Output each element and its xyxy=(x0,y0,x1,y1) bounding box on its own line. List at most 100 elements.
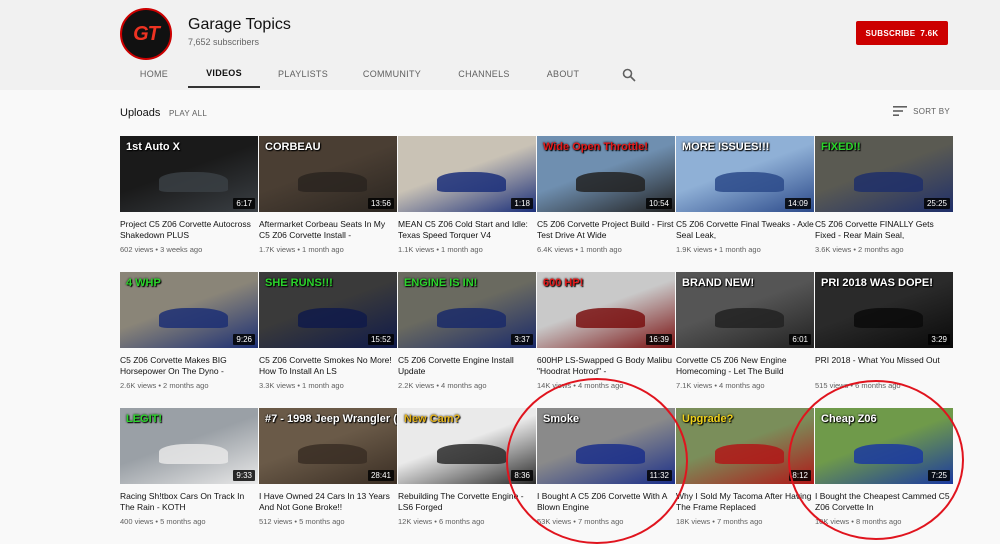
video-title[interactable]: Why I Sold My Tacoma After Having The Fr… xyxy=(676,491,814,512)
video-card[interactable]: SHE RUNS!!! 15:52 C5 Z06 Corvette Smokes N… xyxy=(259,272,397,390)
video-title[interactable]: 600HP LS-Swapped G Body Malibu "Hoodrat … xyxy=(537,355,675,376)
video-title[interactable]: C5 Z06 Corvette Engine Install Update xyxy=(398,355,536,376)
thumbnail-overlay-text: Cheap Z06 xyxy=(821,413,877,425)
video-title[interactable]: Project C5 Z06 Corvette Autocross Shaked… xyxy=(120,219,258,240)
subscriber-count: 7,652 subscribers xyxy=(188,37,260,47)
video-thumbnail[interactable]: Cheap Z06 7:25 xyxy=(815,408,953,484)
video-card[interactable]: 1:18 MEAN C5 Z06 Cold Start and Idle: Tex… xyxy=(398,136,536,254)
video-title[interactable]: I Have Owned 24 Cars In 13 Years And Not… xyxy=(259,491,397,512)
video-thumbnail[interactable]: LEGIT! 9:33 xyxy=(120,408,258,484)
video-title[interactable]: Aftermarket Corbeau Seats In My C5 Z06 C… xyxy=(259,219,397,240)
video-thumbnail[interactable]: FIXED!! 25:25 xyxy=(815,136,953,212)
video-thumbnail[interactable]: 1:18 xyxy=(398,136,536,212)
video-card[interactable]: CORBEAU 13:56 Aftermarket Corbeau Seats In… xyxy=(259,136,397,254)
video-duration: 3:29 xyxy=(928,334,950,345)
video-meta: 18K views • 7 months ago xyxy=(676,517,763,526)
video-card[interactable]: Upgrade? 8:12 Why I Sold My Tacoma After H… xyxy=(676,408,814,526)
thumbnail-image xyxy=(297,308,367,329)
video-card[interactable]: ENGINE IS IN! 3:37 C5 Z06 Corvette Engine … xyxy=(398,272,536,390)
thumbnail-overlay-text: Smoke xyxy=(543,413,580,425)
video-card[interactable]: 1st Auto X 6:17 Project C5 Z06 Corvette Au… xyxy=(120,136,258,254)
thumbnail-image xyxy=(158,444,228,465)
video-duration: 8:36 xyxy=(511,470,533,481)
video-thumbnail[interactable]: PRI 2018 WAS DOPE! 3:29 xyxy=(815,272,953,348)
video-title[interactable]: I Bought A C5 Z06 Corvette With A Blown … xyxy=(537,491,675,512)
thumbnail-overlay-text: New Cam? xyxy=(404,413,461,425)
video-duration: 6:17 xyxy=(233,198,255,209)
video-card[interactable]: MORE ISSUES!!! 14:09 C5 Z06 Corvette Final… xyxy=(676,136,814,254)
thumbnail-overlay-text: 1st Auto X xyxy=(126,141,180,153)
video-duration: 16:39 xyxy=(645,334,672,345)
video-title[interactable]: C5 Z06 Corvette Smokes No More! How To I… xyxy=(259,355,397,376)
video-card[interactable]: Cheap Z06 7:25 I Bought the Cheapest Camme… xyxy=(815,408,953,526)
video-meta: 12K views • 6 months ago xyxy=(398,517,485,526)
video-thumbnail[interactable]: Smoke 11:32 xyxy=(537,408,675,484)
tab-home[interactable]: HOME xyxy=(120,60,188,88)
tab-videos[interactable]: VIDEOS xyxy=(188,60,260,88)
video-thumbnail[interactable]: 1st Auto X 6:17 xyxy=(120,136,258,212)
video-card[interactable]: PRI 2018 WAS DOPE! 3:29 PRI 2018 - What Yo… xyxy=(815,272,953,390)
video-thumbnail[interactable]: ENGINE IS IN! 3:37 xyxy=(398,272,536,348)
sort-by-button[interactable]: SORT BY xyxy=(893,106,950,116)
video-card[interactable]: 600 HP! 16:39 600HP LS-Swapped G Body Mali… xyxy=(537,272,675,390)
video-thumbnail[interactable]: SHE RUNS!!! 15:52 xyxy=(259,272,397,348)
video-meta: 400 views • 5 months ago xyxy=(120,517,206,526)
video-duration: 9:33 xyxy=(233,470,255,481)
video-duration: 9:26 xyxy=(233,334,255,345)
video-thumbnail[interactable]: MORE ISSUES!!! 14:09 xyxy=(676,136,814,212)
video-duration: 28:41 xyxy=(367,470,394,481)
video-title[interactable]: C5 Z06 Corvette Makes BIG Horsepower On … xyxy=(120,355,258,376)
video-title[interactable]: C5 Z06 Corvette FINALLY Gets Fixed - Rea… xyxy=(815,219,953,240)
video-title[interactable]: Racing Sh!tbox Cars On Track In The Rain… xyxy=(120,491,258,512)
video-title[interactable]: C5 Z06 Corvette Final Tweaks - Axle Seal… xyxy=(676,219,814,240)
tab-channels[interactable]: CHANNELS xyxy=(438,60,530,88)
thumbnail-image xyxy=(714,308,784,329)
video-meta: 512 views • 5 months ago xyxy=(259,517,345,526)
thumbnail-overlay-text: LEGIT! xyxy=(126,413,163,425)
video-title[interactable]: I Bought the Cheapest Cammed C5 Z06 Corv… xyxy=(815,491,953,512)
thumbnail-image xyxy=(436,172,506,193)
video-title[interactable]: C5 Z06 Corvette Project Build - First Te… xyxy=(537,219,675,240)
thumbnail-overlay-text: Upgrade? xyxy=(682,413,734,425)
video-thumbnail[interactable]: 600 HP! 16:39 xyxy=(537,272,675,348)
video-duration: 13:56 xyxy=(367,198,394,209)
tab-playlists[interactable]: PLAYLISTS xyxy=(260,60,346,88)
video-card[interactable]: Wide Open Throttle! 10:54 C5 Z06 Corvette … xyxy=(537,136,675,254)
video-thumbnail[interactable]: Upgrade? 8:12 xyxy=(676,408,814,484)
video-thumbnail[interactable]: New Cam? 8:36 xyxy=(398,408,536,484)
thumbnail-overlay-text: #7 - 1998 Jeep Wrangler (TJ) xyxy=(265,413,397,425)
video-meta: 3.6K views • 2 months ago xyxy=(815,245,904,254)
video-thumbnail[interactable]: BRAND NEW! 6:01 xyxy=(676,272,814,348)
video-thumbnail[interactable]: Wide Open Throttle! 10:54 xyxy=(537,136,675,212)
channel-tabs: HOME VIDEOS PLAYLISTS COMMUNITY CHANNELS… xyxy=(120,60,596,90)
video-title[interactable]: Rebuilding The Corvette Engine - LS6 For… xyxy=(398,491,536,512)
video-title[interactable]: PRI 2018 - What You Missed Out xyxy=(815,355,953,376)
video-thumbnail[interactable]: 4 WHP 9:26 xyxy=(120,272,258,348)
channel-avatar[interactable]: GT xyxy=(120,8,172,60)
video-card[interactable]: LEGIT! 9:33 Racing Sh!tbox Cars On Track I… xyxy=(120,408,258,526)
video-card[interactable]: #7 - 1998 Jeep Wrangler (TJ) 28:41 I Have … xyxy=(259,408,397,526)
video-card[interactable]: 4 WHP 9:26 C5 Z06 Corvette Makes BIG Horse… xyxy=(120,272,258,390)
search-icon[interactable] xyxy=(622,68,636,82)
thumbnail-image xyxy=(297,172,367,193)
video-title[interactable]: Corvette C5 Z06 New Engine Homecoming - … xyxy=(676,355,814,376)
video-meta: 53K views • 7 months ago xyxy=(537,517,624,526)
play-all-button[interactable]: PLAY ALL xyxy=(169,109,207,118)
thumbnail-overlay-text: ENGINE IS IN! xyxy=(404,277,478,289)
tab-community[interactable]: COMMUNITY xyxy=(346,60,438,88)
video-meta: 2.2K views • 4 months ago xyxy=(398,381,487,390)
tab-about[interactable]: ABOUT xyxy=(530,60,596,88)
video-meta: 2.6K views • 2 months ago xyxy=(120,381,209,390)
subscribe-button[interactable]: SUBSCRIBE 7.6K xyxy=(856,21,948,45)
video-duration: 6:01 xyxy=(789,334,811,345)
video-card[interactable]: New Cam? 8:36 Rebuilding The Corvette Engi… xyxy=(398,408,536,526)
video-title[interactable]: MEAN C5 Z06 Cold Start and Idle: Texas S… xyxy=(398,219,536,240)
thumbnail-overlay-text: Wide Open Throttle! xyxy=(543,141,649,153)
video-duration: 14:09 xyxy=(784,198,811,209)
thumbnail-image xyxy=(853,444,923,465)
video-card[interactable]: Smoke 11:32 I Bought A C5 Z06 Corvette Wit… xyxy=(537,408,675,526)
video-card[interactable]: BRAND NEW! 6:01 Corvette C5 Z06 New Engine… xyxy=(676,272,814,390)
video-card[interactable]: FIXED!! 25:25 C5 Z06 Corvette FINALLY Gets… xyxy=(815,136,953,254)
video-thumbnail[interactable]: #7 - 1998 Jeep Wrangler (TJ) 28:41 xyxy=(259,408,397,484)
video-thumbnail[interactable]: CORBEAU 13:56 xyxy=(259,136,397,212)
